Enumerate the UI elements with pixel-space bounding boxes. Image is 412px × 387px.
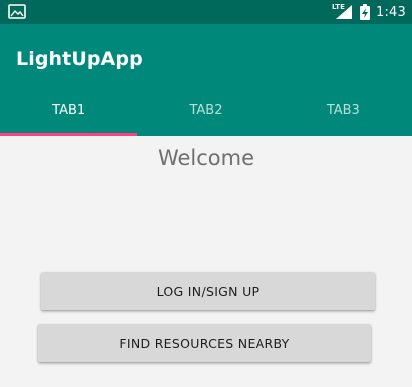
welcome-heading: Welcome bbox=[157, 146, 255, 170]
login-signup-button[interactable]: LOG IN/SIGN UP bbox=[41, 272, 375, 310]
tab-3-label: TAB3 bbox=[326, 102, 360, 118]
network-label: LTE bbox=[332, 3, 345, 11]
signal-icon: LTE bbox=[332, 3, 354, 20]
status-indicators: LTE 1:43 bbox=[332, 0, 406, 24]
tab-1[interactable]: TAB1 bbox=[0, 86, 138, 136]
app-title: LightUpApp bbox=[16, 48, 143, 70]
tab-2[interactable]: TAB2 bbox=[137, 86, 274, 136]
tab-3[interactable]: TAB3 bbox=[275, 86, 412, 136]
tab-bar: TAB1 TAB2 TAB3 bbox=[0, 86, 412, 136]
tab-1-label: TAB1 bbox=[52, 102, 86, 118]
tab-indicator bbox=[0, 133, 138, 136]
battery-charging-icon bbox=[360, 4, 370, 20]
tab-2-label: TAB2 bbox=[189, 102, 223, 118]
gallery-icon bbox=[8, 4, 26, 19]
app-bar: LightUpApp TAB1 TAB2 TAB3 bbox=[0, 24, 412, 136]
status-time: 1:43 bbox=[376, 4, 406, 20]
find-resources-button[interactable]: FIND RESOURCES NEARBY bbox=[38, 324, 371, 362]
status-bar: LTE 1:43 bbox=[0, 0, 412, 24]
